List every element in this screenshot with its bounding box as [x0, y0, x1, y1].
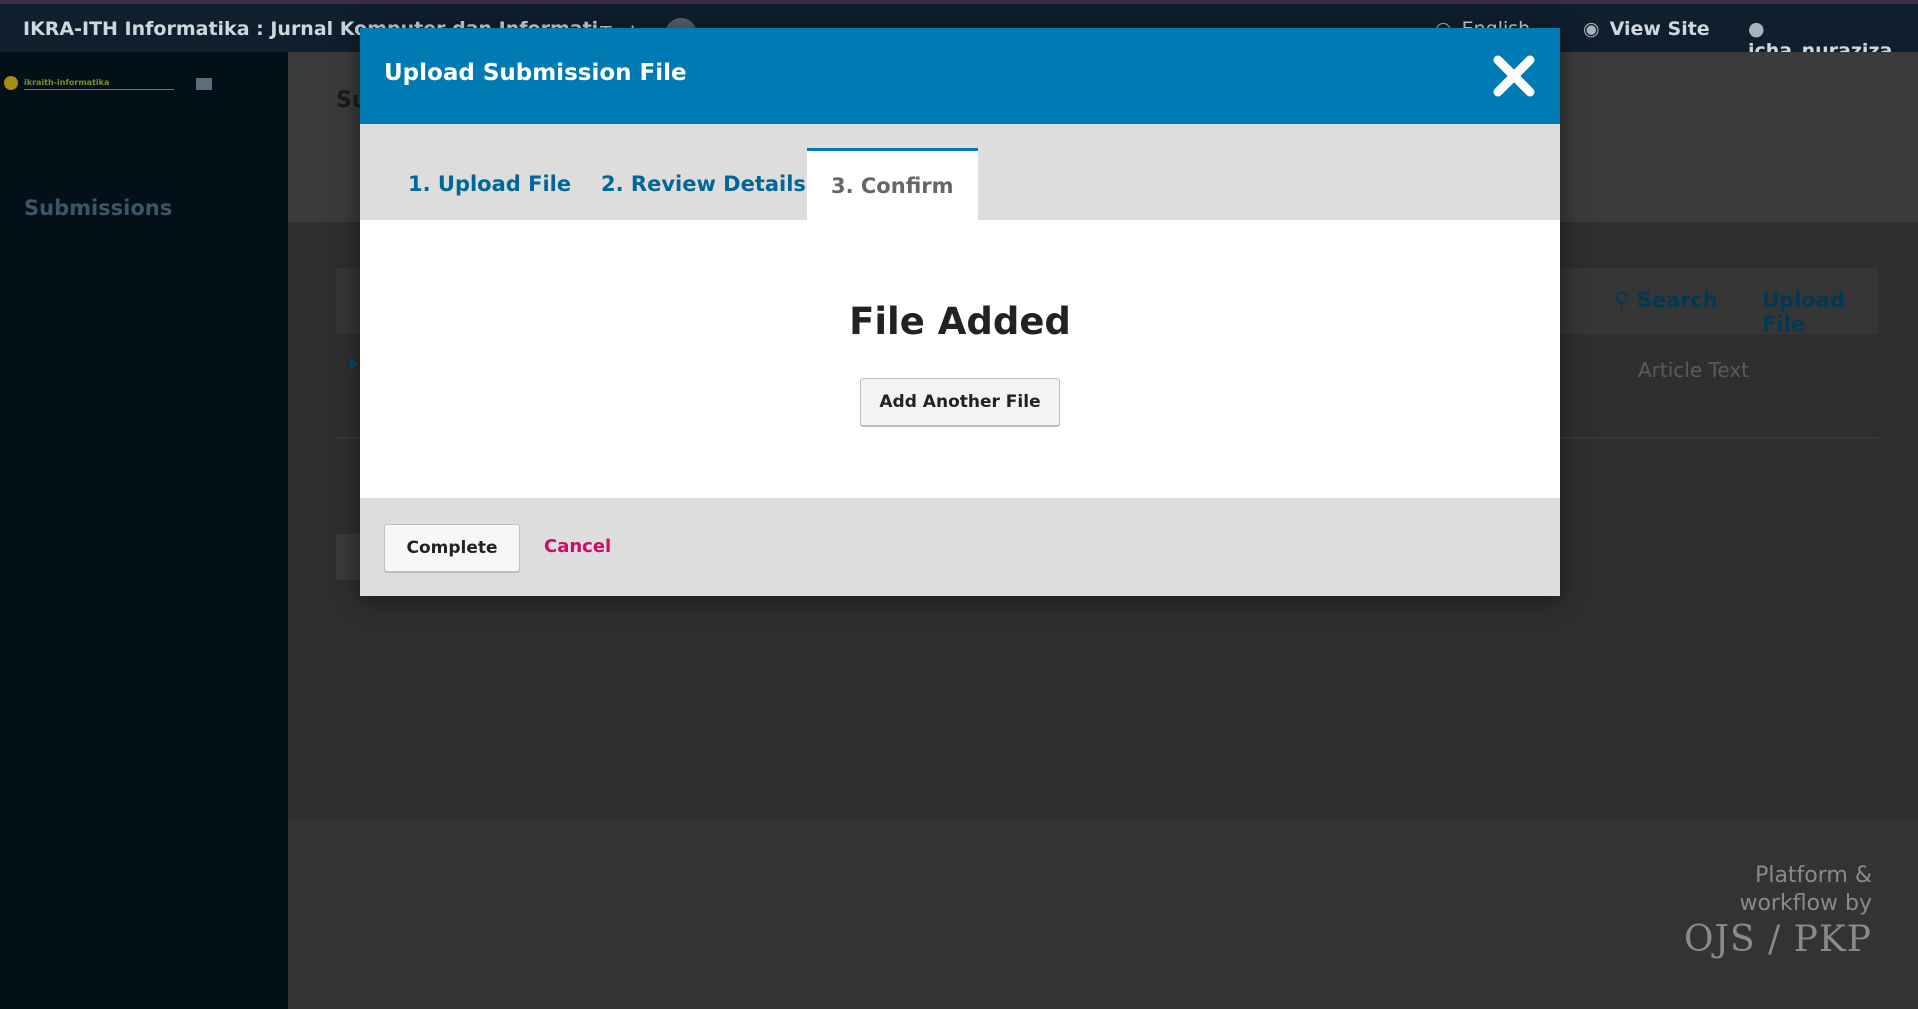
eye-icon: ◉: [1583, 18, 1600, 40]
modal-header: Upload Submission File: [360, 28, 1560, 124]
ojs-pkp-logo: OJS / PKP: [1684, 919, 1872, 960]
logo-emblem-icon: [4, 76, 18, 90]
close-icon: [1493, 55, 1535, 97]
wizard-tabs: 1. Upload File 2. Review Details 3. Conf…: [360, 124, 1560, 220]
expand-row-icon[interactable]: [350, 358, 358, 370]
page-footer: Platform & workflow by OJS / PKP: [288, 818, 1918, 1009]
close-modal-button[interactable]: [1488, 50, 1540, 102]
platform-line-1: Platform &: [1755, 863, 1872, 888]
view-site-link[interactable]: ◉ View Site: [1583, 18, 1710, 40]
tab-upload-file[interactable]: 1. Upload File: [384, 148, 595, 220]
view-site-label: View Site: [1609, 18, 1710, 40]
journal-logo[interactable]: ikraith-informatika: [4, 76, 274, 94]
user-icon: ●: [1748, 18, 1765, 40]
grid-upload-file-link[interactable]: Upload File: [1762, 288, 1878, 336]
issn-block: [196, 76, 278, 90]
file-added-heading: File Added: [849, 300, 1071, 343]
logo-text: ikraith-informatika: [24, 78, 110, 87]
logo-divider: [24, 89, 174, 90]
upload-submission-file-modal: Upload Submission File 1. Upload File 2.…: [360, 28, 1560, 596]
cancel-link[interactable]: Cancel: [544, 536, 611, 557]
tab-confirm[interactable]: 3. Confirm: [807, 148, 978, 220]
grid-search-label: Search: [1636, 288, 1718, 312]
complete-button[interactable]: Complete: [384, 524, 520, 572]
book-icon: [196, 78, 212, 90]
sidebar: ikraith-informatika Submissions: [0, 52, 288, 1009]
modal-body: File Added Add Another File: [360, 220, 1560, 498]
pkp-brand-link[interactable]: Platform & workflow by OJS / PKP: [1684, 862, 1872, 962]
search-icon: ⚲: [1614, 288, 1637, 312]
add-another-file-button[interactable]: Add Another File: [860, 378, 1060, 426]
platform-line-2: workflow by: [1739, 891, 1872, 916]
sidebar-item-submissions[interactable]: Submissions: [24, 196, 172, 220]
modal-footer: Complete Cancel: [360, 498, 1560, 596]
grid-search-link[interactable]: ⚲ Search: [1614, 288, 1718, 312]
modal-title: Upload Submission File: [384, 60, 687, 86]
file-type-cell: Article Text: [1638, 358, 1749, 382]
tab-review-details[interactable]: 2. Review Details: [577, 148, 830, 220]
